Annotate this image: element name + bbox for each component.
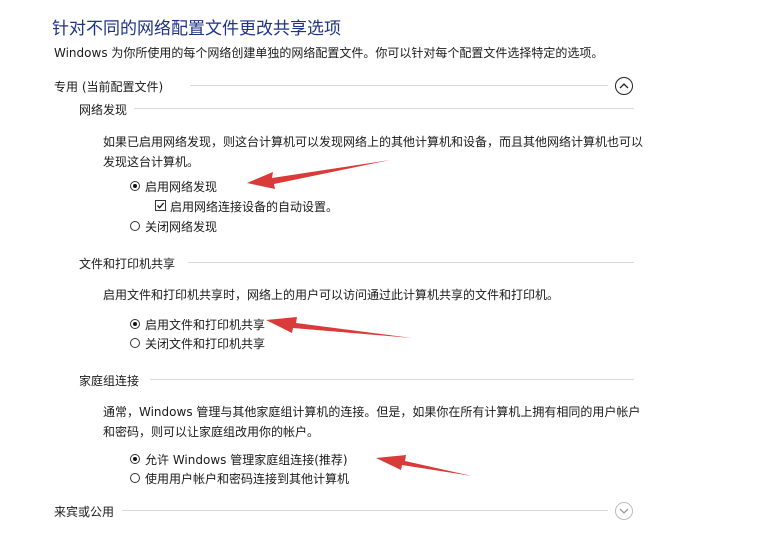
annotation-arrows [247, 160, 472, 476]
annotation-arrow-file-sharing [266, 317, 412, 338]
annotation-arrow-homegroup [376, 455, 472, 476]
annotation-arrow-network-discovery [247, 160, 390, 189]
